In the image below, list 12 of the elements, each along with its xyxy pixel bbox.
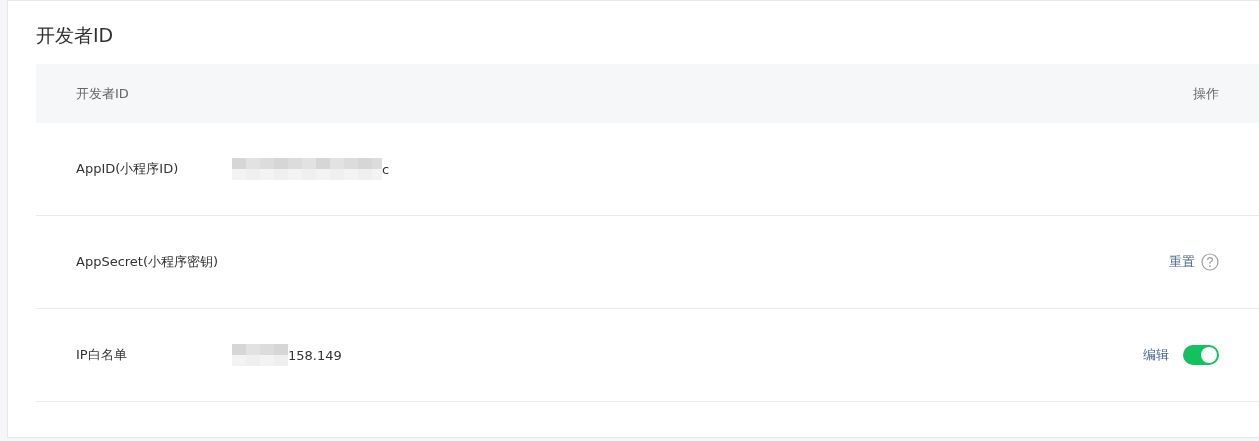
row-value: 158.149 [288,347,342,363]
action-link[interactable]: 编辑 [1143,346,1169,364]
help-icon[interactable] [1201,253,1219,271]
section-title: 开发者ID [36,23,115,48]
column-header: 开发者ID [76,84,129,103]
row-label: AppSecret(小程序密钥) [76,253,220,271]
row-label: IP白名单 [76,346,128,364]
toggle-switch[interactable] [1183,345,1219,365]
column-header: 操作 [1193,84,1219,103]
row-value: c [382,161,390,177]
row-label: AppID(小程序ID) [76,160,180,178]
action-link[interactable]: 重置 [1169,253,1195,271]
